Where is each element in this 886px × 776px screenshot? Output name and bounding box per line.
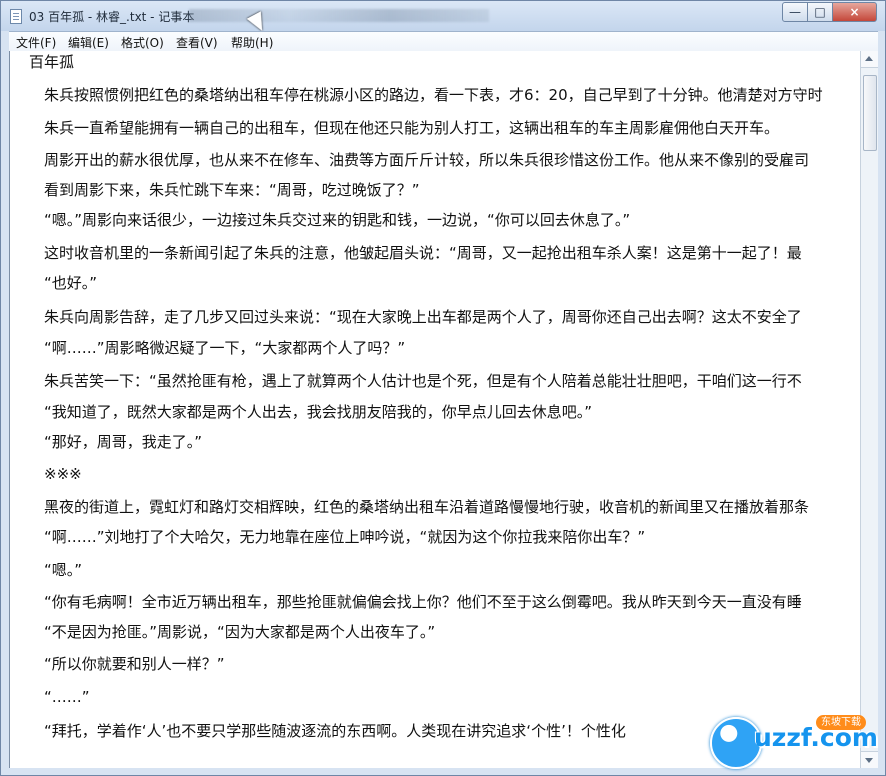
blurred-title-area [189, 9, 489, 22]
close-button[interactable]: × [832, 2, 877, 22]
menu-help[interactable]: 帮助(H) [231, 34, 273, 51]
text-line: 朱兵苦笑一下：“虽然抢匪有枪，遇上了就算两个人估计也是个死，但是有个人陪着总能壮… [44, 372, 802, 390]
close-icon: × [849, 5, 860, 19]
text-line: “你有毛病啊！全市近万辆出租车，那些抢匪就偏偏会找上你？他们不至于这么倒霉吧。我… [44, 593, 802, 611]
text-line: “那好，周哥，我走了。” [44, 433, 203, 451]
text-line: 百年孤 [29, 53, 75, 71]
minimize-button[interactable]: — [782, 2, 808, 22]
text-line: 这时收音机里的一条新闻引起了朱兵的注意，他皱起眉头说：“周哥，又一起抢出租车杀人… [44, 244, 802, 262]
text-line: ※※※ [44, 465, 82, 483]
menu-format[interactable]: 格式(O) [121, 34, 164, 51]
text-line: “不是因为抢匪。”周影说，“因为大家都是两个人出夜车了。” [44, 623, 436, 641]
text-line: “啊……”周影略微迟疑了一下，“大家都两个人了吗？” [44, 339, 406, 357]
text-editor[interactable]: 百年孤 朱兵按照惯例把红色的桑塔纳出租车停在桃源小区的路边，看一下表，才6：20… [9, 51, 861, 768]
text-line: “嗯。”周影向来话很少，一边接过朱兵交过来的钥匙和钱，一边说，“你可以回去休息了… [44, 211, 631, 229]
text-line: “所以你就要和别人一样？” [44, 655, 225, 673]
title-bar[interactable]: 03 百年孤 - 林睿_.txt - 记事本 — □ × [1, 1, 885, 35]
scroll-up-button[interactable] [861, 51, 878, 68]
text-line: “拜托，学着作‘人’也不要只学那些随波逐流的东西啊。人类现在讲究追求‘个性’！个… [44, 722, 626, 740]
text-line: 朱兵一直希望能拥有一辆自己的出租车，但现在他还只能为别人打工，这辆出租车的车主周… [44, 119, 780, 137]
menu-file[interactable]: 文件(F) [16, 34, 56, 51]
text-line: 周影开出的薪水很优厚，也从来不在修车、油费等方面斤斤计较，所以朱兵很珍惜这份工作… [44, 151, 810, 169]
text-line: 朱兵按照惯例把红色的桑塔纳出租车停在桃源小区的路边，看一下表，才6：20，自己早… [44, 86, 823, 104]
window-title: 03 百年孤 - 林睿_.txt - 记事本 [29, 10, 195, 24]
text-line: “嗯。” [44, 561, 83, 579]
text-line: 黑夜的街道上，霓虹灯和路灯交相辉映，红色的桑塔纳出租车沿着道路慢慢地行驶，收音机… [44, 498, 810, 516]
text-line: “……” [44, 688, 90, 706]
maximize-button[interactable]: □ [807, 2, 833, 22]
text-line: 朱兵向周影告辞，走了几步又回过头来说：“现在大家晚上出车都是两个人了，周哥你还自… [44, 308, 802, 326]
minimize-icon: — [789, 5, 801, 19]
scroll-down-button[interactable] [861, 751, 878, 768]
notepad-window: 03 百年孤 - 林睿_.txt - 记事本 — □ × 文件(F) 编辑(E)… [0, 0, 886, 776]
text-line: “我知道了，既然大家都是两个人出去，我会找朋友陪我的，你早点儿回去休息吧。” [44, 403, 593, 421]
scroll-thumb[interactable] [863, 75, 877, 151]
maximize-icon: □ [814, 5, 826, 19]
menu-view[interactable]: 查看(V) [176, 34, 218, 51]
vertical-scrollbar[interactable] [860, 51, 878, 768]
notepad-icon [10, 9, 22, 24]
menu-bar: 文件(F) 编辑(E) 格式(O) 查看(V) 帮助(H) [9, 31, 878, 52]
menu-edit[interactable]: 编辑(E) [68, 34, 109, 51]
text-line: 看到周影下来，朱兵忙跳下车来：“周哥，吃过晚饭了？” [44, 181, 420, 199]
text-line: “啊……”刘地打了个大哈欠，无力地靠在座位上呻吟说，“就因为这个你拉我来陪你出车… [44, 528, 646, 546]
text-line: “也好。” [44, 274, 98, 292]
